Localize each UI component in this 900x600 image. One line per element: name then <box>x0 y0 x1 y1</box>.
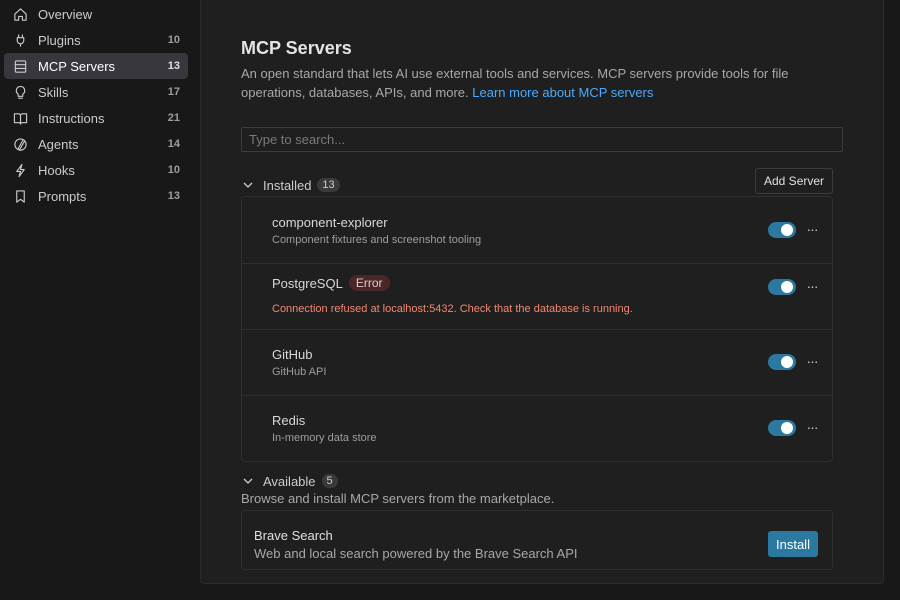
sidebar-item-overview[interactable]: Overview <box>4 1 188 27</box>
server-row-redis[interactable]: Redis In-memory data store ··· <box>242 396 832 462</box>
search-input[interactable] <box>241 127 843 152</box>
more-actions-icon[interactable]: ··· <box>804 279 820 296</box>
more-actions-icon[interactable]: ··· <box>804 420 820 437</box>
bookmark-icon <box>12 188 28 204</box>
server-name: component-explorer <box>272 215 388 230</box>
server-row-github[interactable]: GitHub GitHub API ··· <box>242 330 832 396</box>
server-description: Component fixtures and screenshot toolin… <box>272 234 482 246</box>
sidebar-item-skills[interactable]: Skills 17 <box>4 79 188 105</box>
sidebar-item-label: Instructions <box>38 110 105 126</box>
lightning-icon <box>12 162 28 178</box>
sidebar-item-label: Agents <box>38 136 79 152</box>
page-title: MCP Servers <box>241 38 352 58</box>
book-icon <box>12 110 28 126</box>
lightbulb-icon <box>12 84 28 100</box>
sidebar-item-count: 10 <box>167 34 180 46</box>
available-count-badge: 5 <box>321 474 338 488</box>
sidebar-item-agents[interactable]: Agents 14 <box>4 131 188 157</box>
marketplace-server-name: Brave Search <box>254 528 333 543</box>
sidebar-item-count: 21 <box>167 112 180 124</box>
server-row-postgresql[interactable]: PostgreSQL Error Connection refused at lo… <box>242 264 832 330</box>
sidebar-item-count: 13 <box>167 60 180 72</box>
learn-more-link[interactable]: Learn more about MCP servers <box>472 85 653 100</box>
sidebar-item-label: Overview <box>38 6 93 22</box>
install-button[interactable]: Install <box>768 531 818 557</box>
sidebar-item-hooks[interactable]: Hooks 10 <box>4 157 188 183</box>
main-panel: MCP Servers An open standard that lets A… <box>200 0 884 584</box>
add-server-button[interactable]: Add Server <box>755 168 834 194</box>
server-description: In-memory data store <box>272 432 377 444</box>
server-error-message: Connection refused at localhost:5432. Ch… <box>272 303 633 315</box>
server-enabled-toggle[interactable] <box>768 279 796 295</box>
sidebar-item-label: Skills <box>38 84 69 100</box>
sidebar-item-count: 10 <box>167 164 180 176</box>
more-actions-icon[interactable]: ··· <box>804 354 820 371</box>
server-name: PostgreSQL Error <box>272 275 390 291</box>
sidebar: Overview Plugins 10 MCP Servers 13 Skill… <box>0 0 200 600</box>
error-badge: Error <box>348 275 390 291</box>
home-icon <box>12 6 28 22</box>
available-section-header[interactable]: Available 5 <box>241 471 338 491</box>
sidebar-item-mcp-servers[interactable]: MCP Servers 13 <box>4 53 188 79</box>
sidebar-item-label: Plugins <box>38 32 81 48</box>
sidebar-item-count: 17 <box>167 86 180 98</box>
installed-section-header[interactable]: Installed 13 <box>241 175 340 195</box>
available-title: Available <box>263 473 316 489</box>
sidebar-item-instructions[interactable]: Instructions 21 <box>4 105 188 131</box>
sidebar-item-label: MCP Servers <box>38 58 116 74</box>
sidebar-item-count: 14 <box>167 138 180 150</box>
server-name: Redis <box>272 413 306 428</box>
chevron-down-icon <box>241 474 255 488</box>
available-description: Browse and install MCP servers from the … <box>241 491 555 506</box>
agent-icon <box>12 136 28 152</box>
sidebar-item-label: Hooks <box>38 162 75 178</box>
chevron-down-icon <box>241 178 255 192</box>
server-enabled-toggle[interactable] <box>768 354 796 370</box>
server-enabled-toggle[interactable] <box>768 222 796 238</box>
server-enabled-toggle[interactable] <box>768 420 796 436</box>
server-description: GitHub API <box>272 366 327 378</box>
sidebar-item-plugins[interactable]: Plugins 10 <box>4 27 188 53</box>
installed-title: Installed <box>263 177 312 193</box>
installed-count-badge: 13 <box>317 178 340 192</box>
marketplace-server-description: Web and local search powered by the Brav… <box>254 546 578 561</box>
page-description: An open standard that lets AI use extern… <box>241 64 801 102</box>
sidebar-item-prompts[interactable]: Prompts 13 <box>4 183 188 209</box>
installed-server-list: component-explorer Component fixtures an… <box>241 196 833 462</box>
marketplace-card-brave-search: Brave Search Web and local search powere… <box>241 510 833 570</box>
sidebar-item-count: 13 <box>167 190 180 202</box>
plug-icon <box>12 32 28 48</box>
server-name: GitHub <box>272 347 313 362</box>
sidebar-item-label: Prompts <box>38 188 87 204</box>
server-icon <box>12 58 28 74</box>
more-actions-icon[interactable]: ··· <box>804 222 820 239</box>
server-row-component-explorer[interactable]: component-explorer Component fixtures an… <box>242 197 832 264</box>
